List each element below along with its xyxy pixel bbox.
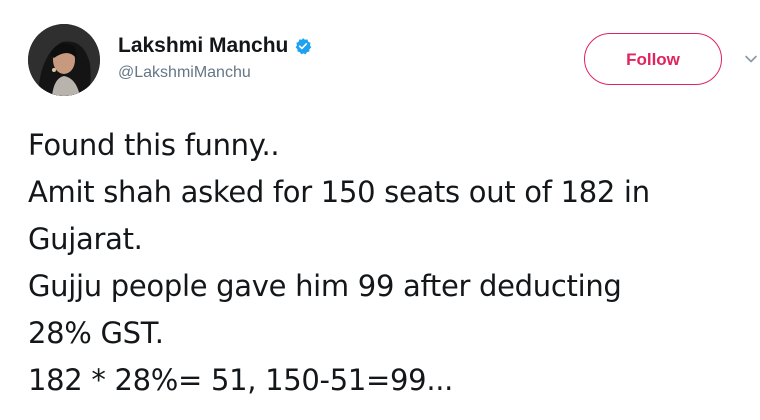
follow-button[interactable]: Follow [584, 33, 722, 85]
tweet-text-line: 182 * 28%= 51, 150-51=99... [28, 363, 454, 397]
tweet-text-line: Amit shah asked for 150 seats out of 182… [28, 175, 650, 209]
display-name-row: Lakshmi Manchu [118, 34, 312, 58]
tweet-text-line: 28% GST. [28, 316, 164, 350]
author-info: Lakshmi Manchu @LakshmiManchu [118, 34, 312, 82]
tweet-text-line: Gujarat. [28, 222, 143, 256]
chevron-down-icon[interactable] [744, 52, 758, 66]
display-name[interactable]: Lakshmi Manchu [118, 34, 288, 58]
tweet-card: Lakshmi Manchu @LakshmiManchu Follow Fou… [0, 0, 760, 420]
verified-badge-icon [296, 38, 312, 55]
profile-photo-icon [28, 24, 100, 96]
tweet-text-line: Gujju people gave him 99 after deducting [28, 269, 622, 303]
user-handle[interactable]: @LakshmiManchu [118, 64, 312, 82]
tweet-text-line: Found this funny.. [28, 128, 280, 162]
avatar[interactable] [28, 24, 100, 96]
tweet-text: Found this funny.. Amit shah asked for 1… [28, 122, 753, 404]
